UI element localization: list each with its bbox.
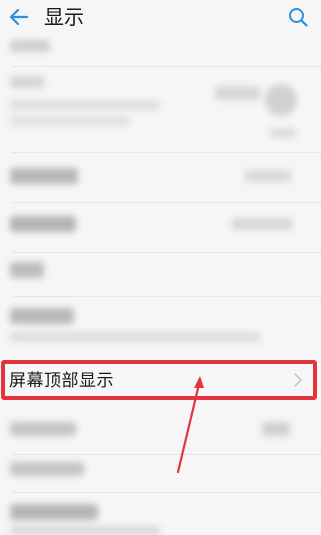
chevron-right-icon — [294, 373, 302, 387]
settings-list — [0, 36, 321, 535]
list-item-blurred[interactable] — [0, 158, 321, 198]
divider — [12, 454, 321, 455]
list-item-blurred[interactable] — [0, 70, 321, 144]
divider — [12, 202, 321, 203]
list-item-blurred[interactable] — [0, 414, 321, 450]
list-item-blurred[interactable] — [0, 208, 321, 248]
list-item-blurred[interactable] — [0, 256, 321, 292]
divider — [12, 152, 321, 153]
list-item-blurred[interactable] — [0, 36, 321, 66]
screen-top-display-label: 屏幕顶部显示 — [9, 371, 114, 391]
list-item-blurred[interactable] — [0, 458, 321, 488]
back-arrow-icon[interactable] — [8, 6, 30, 28]
display-settings-screen: 显示 屏幕顶部显示 — [0, 0, 321, 535]
list-item-blurred[interactable] — [0, 302, 321, 354]
divider — [12, 296, 321, 297]
header-bar: 显示 — [0, 0, 321, 36]
divider — [12, 252, 321, 253]
screen-top-display-item[interactable]: 屏幕顶部显示 — [1, 360, 317, 400]
divider — [12, 66, 321, 67]
page-title: 显示 — [44, 5, 84, 29]
divider — [12, 492, 321, 493]
search-icon[interactable] — [287, 6, 309, 28]
list-item-blurred[interactable] — [0, 498, 321, 535]
